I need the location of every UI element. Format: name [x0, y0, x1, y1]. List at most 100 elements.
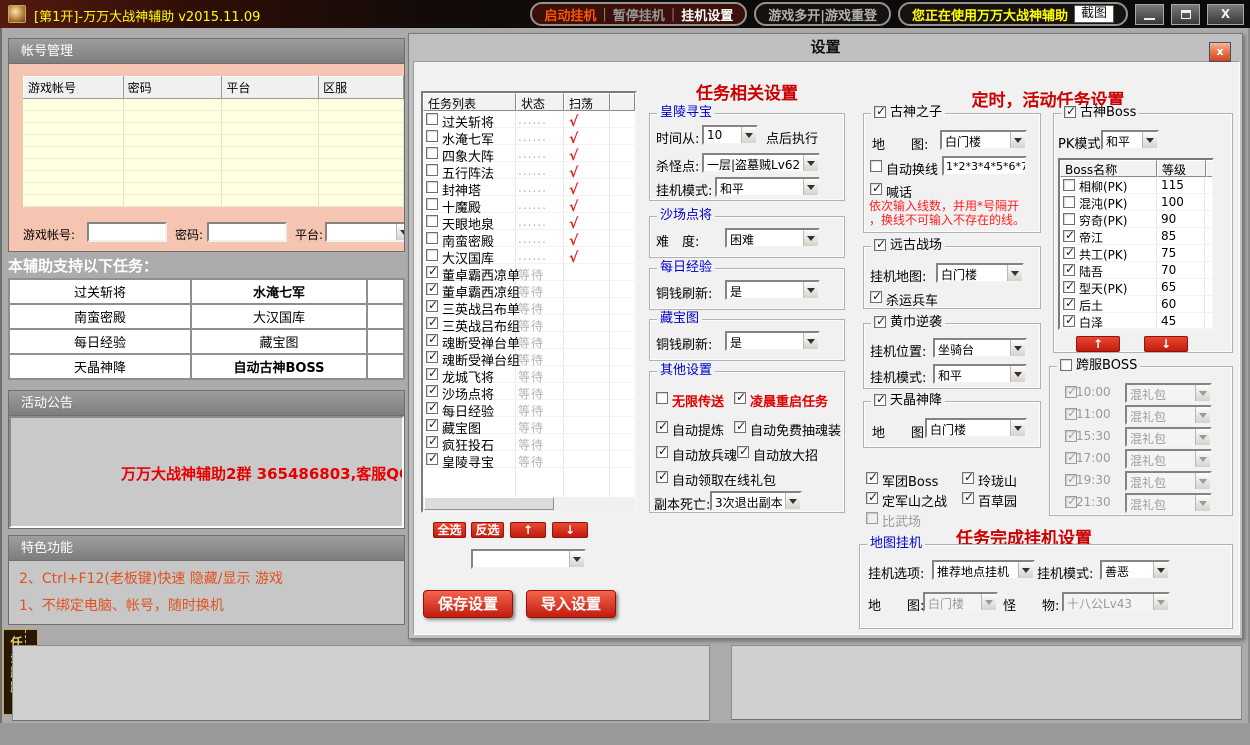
task-row[interactable]: 十魔殿......	[423, 196, 635, 213]
task-checkbox[interactable]	[426, 402, 438, 414]
boss-checkbox[interactable]	[1063, 196, 1075, 208]
legion-boss-checkbox[interactable]	[866, 472, 878, 484]
task-checkbox[interactable]	[426, 436, 438, 448]
task-checkbox[interactable]	[426, 283, 438, 295]
password-input[interactable]	[207, 222, 287, 242]
task-row[interactable]: 大汉国库......	[423, 247, 635, 264]
dropdown-arrow-icon[interactable]	[803, 333, 818, 349]
boss-row[interactable]: 帝江85	[1060, 228, 1212, 245]
yuangu-map-select[interactable]: 白门楼	[936, 263, 1024, 283]
task-row[interactable]: 皇陵寻宝等待	[423, 451, 635, 468]
tianjing-map-select[interactable]: 白门楼	[925, 418, 1027, 438]
kill-point-select[interactable]: 一层|盗墓贼Lv62	[702, 153, 820, 173]
dropdown-arrow-icon[interactable]	[1010, 340, 1025, 356]
tianjing-checkbox[interactable]	[874, 394, 886, 406]
platform-select[interactable]	[325, 222, 404, 242]
kuafu-boss-checkbox[interactable]	[1060, 359, 1072, 371]
kill-cart-checkbox[interactable]	[870, 291, 882, 303]
account-table-row[interactable]	[24, 159, 404, 171]
time-from-select[interactable]: 10	[702, 125, 758, 145]
task-row[interactable]: 董卓霸西凉单等待	[423, 264, 635, 281]
line-sequence-input[interactable]: 1*2*3*4*5*6*7	[942, 156, 1027, 176]
task-checkbox[interactable]	[426, 147, 438, 159]
boss-col-name[interactable]: Boss名称	[1060, 160, 1157, 177]
task-checkbox[interactable]	[426, 385, 438, 397]
account-table-row[interactable]	[24, 99, 404, 111]
close-button[interactable]: X	[1207, 4, 1244, 25]
dropdown-arrow-icon[interactable]	[1007, 265, 1022, 281]
task-checkbox[interactable]	[426, 249, 438, 261]
task-checkbox[interactable]	[426, 232, 438, 244]
yuangu-checkbox[interactable]	[874, 239, 886, 251]
boss-row[interactable]: 后土60	[1060, 296, 1212, 313]
task-checkbox[interactable]	[426, 215, 438, 227]
move-down-button[interactable]: ↓	[552, 522, 588, 538]
col-header-account[interactable]: 游戏帐号	[24, 77, 124, 99]
boss-checkbox[interactable]	[1063, 247, 1075, 259]
col-header-password[interactable]: 密码	[123, 77, 222, 99]
dialog-close-button[interactable]: x	[1209, 42, 1231, 62]
task-row[interactable]: 五行阵法......	[423, 162, 635, 179]
save-settings-button[interactable]: 保存设置	[423, 590, 513, 618]
task-row[interactable]: 三英战吕布单等待	[423, 298, 635, 315]
boss-checkbox[interactable]	[1063, 298, 1075, 310]
dropdown-arrow-icon[interactable]	[396, 224, 404, 240]
boss-row[interactable]: 陆吾70	[1060, 262, 1212, 279]
biwuchang-checkbox[interactable]	[866, 512, 878, 524]
auto-soldier-soul-checkbox[interactable]	[656, 446, 668, 458]
boss-checkbox[interactable]	[1063, 179, 1075, 191]
boss-row[interactable]: 穷奇(PK)90	[1060, 211, 1212, 228]
task-row[interactable]: 魂断受禅台组等待	[423, 349, 635, 366]
task-row[interactable]: 魂断受禅台单等待	[423, 332, 635, 349]
dropdown-arrow-icon[interactable]	[1142, 132, 1157, 148]
task-checkbox[interactable]	[426, 113, 438, 125]
boss-move-down-button[interactable]: ↓	[1144, 336, 1188, 352]
task-checkbox[interactable]	[426, 351, 438, 363]
boss-checkbox[interactable]	[1063, 230, 1075, 242]
boss-table[interactable]: Boss名称 等级 相柳(PK)115 混沌(PK)100 穷奇(PK)90 帝…	[1058, 158, 1214, 330]
auto-free-draw-checkbox[interactable]	[734, 421, 746, 433]
account-table-row[interactable]	[24, 111, 404, 123]
boss-checkbox[interactable]	[1063, 315, 1075, 327]
profile-select[interactable]	[471, 549, 586, 569]
list-header-sweep[interactable]: 扫荡	[564, 93, 610, 111]
task-list[interactable]: 任务列表 状态 扫荡 过关斩将...... 水淹七军...... 四象大阵...…	[421, 91, 637, 513]
auto-refine-checkbox[interactable]	[656, 421, 668, 433]
scrollbar-thumb[interactable]	[424, 497, 554, 510]
horizontal-scrollbar[interactable]	[423, 497, 635, 511]
auto-line-switch-checkbox[interactable]	[870, 160, 882, 172]
dropdown-arrow-icon[interactable]	[803, 230, 818, 246]
huangjin-mode-select[interactable]: 和平	[933, 364, 1027, 384]
multi-open-relogin-button[interactable]: 游戏多开|游戏重登	[754, 2, 891, 26]
linglong-checkbox[interactable]	[962, 472, 974, 484]
dropdown-arrow-icon[interactable]	[1010, 132, 1025, 148]
hang-option-select[interactable]: 推荐地点挂机	[932, 560, 1035, 580]
account-table-row[interactable]	[24, 171, 404, 183]
account-table-row[interactable]	[24, 147, 404, 159]
boss-row[interactable]: 共工(PK)75	[1060, 245, 1212, 262]
task-row[interactable]: 龙城飞将等待	[423, 366, 635, 383]
import-settings-button[interactable]: 导入设置	[526, 590, 616, 618]
task-row[interactable]: 疯狂投石等待	[423, 434, 635, 451]
unlimited-teleport-checkbox[interactable]	[656, 392, 668, 404]
dropdown-arrow-icon[interactable]	[1018, 562, 1033, 578]
task-row[interactable]: 过关斩将......	[423, 111, 635, 128]
start-hang-button[interactable]: 启动挂机	[544, 5, 596, 24]
list-header-status[interactable]: 状态	[516, 93, 564, 111]
select-all-button[interactable]: 全选	[433, 522, 466, 538]
invert-select-button[interactable]: 反选	[471, 522, 504, 538]
gushen-zhizi-checkbox[interactable]	[874, 106, 886, 118]
task-checkbox[interactable]	[426, 453, 438, 465]
task-row[interactable]: 三英战吕布组等待	[423, 315, 635, 332]
dingjunshan-checkbox[interactable]	[866, 492, 878, 504]
minimize-button[interactable]	[1135, 4, 1164, 25]
task-checkbox[interactable]	[426, 198, 438, 210]
account-table[interactable]: 游戏帐号 密码 平台 区服	[23, 76, 404, 207]
task-checkbox[interactable]	[426, 266, 438, 278]
task-checkbox[interactable]	[426, 334, 438, 346]
hang-position-select[interactable]: 坐骑台	[933, 338, 1027, 358]
screenshot-button[interactable]: 截图	[1074, 5, 1114, 23]
difficulty-select[interactable]: 困难	[725, 228, 820, 248]
shout-checkbox[interactable]	[870, 183, 882, 195]
dropdown-arrow-icon[interactable]	[803, 155, 818, 171]
